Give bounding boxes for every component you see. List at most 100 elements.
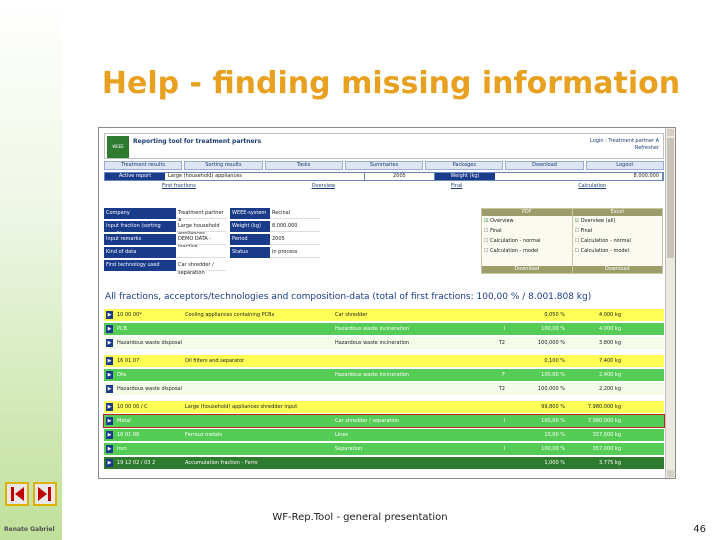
row-cell: Car shredder / separation — [335, 418, 399, 424]
info-key: Weight (kg) — [230, 221, 270, 232]
row-cell: PCB — [117, 326, 127, 332]
info-value: Large household appliances — [176, 221, 226, 237]
row-cell: 4.000 kg — [599, 326, 621, 332]
report-option-checkbox[interactable]: Overview — [482, 216, 572, 226]
row-cell: Oil filters and separator — [185, 358, 245, 364]
menu-item-download[interactable]: Download — [505, 161, 584, 170]
row-cell: 100,00 % — [541, 372, 565, 378]
row-cell: 0,100 % — [544, 358, 565, 364]
info-key: First technology used — [104, 260, 176, 271]
menu-item-packages[interactable]: Packages — [425, 161, 504, 170]
table-row[interactable]: ▶ 16 01 07 Oil filters and separator 0,100 … — [104, 355, 664, 367]
subtab-first-fractions[interactable]: First fractions — [162, 183, 196, 192]
table-row[interactable]: ▶ Hazardous waste disposal T2 100,000 % 2.20… — [104, 383, 664, 395]
expand-icon[interactable]: ▶ — [106, 357, 113, 365]
scroll-thumb[interactable] — [667, 138, 674, 258]
subtab-calculation[interactable]: Calculation — [578, 183, 606, 192]
table-row[interactable]: ▶ Iron Separation I 100,00 % 357.000 kg — [104, 443, 664, 455]
download-button[interactable]: Download — [482, 266, 572, 273]
download-card: ExcelOverview (all)FinalCalculation - no… — [572, 209, 663, 273]
subtab-overview[interactable]: Overview — [312, 183, 336, 192]
row-cell: T2 — [498, 340, 505, 346]
row-cell: 10 00 00* — [117, 312, 142, 318]
row-cell: F — [502, 372, 505, 378]
menu-item-treatment-results[interactable]: Treatment results — [104, 161, 183, 170]
row-cell: 16 01 06 — [117, 432, 140, 438]
scroll-down-icon[interactable] — [667, 470, 674, 477]
menu-item-logout[interactable]: Logout — [585, 161, 664, 170]
row-cell: 4.000 kg — [599, 312, 621, 318]
table-row[interactable]: ▶ Metal Car shredder / separation I 100,00 %… — [103, 414, 665, 428]
sub-tabs: First fractions Overview Final Calculation — [104, 183, 664, 192]
report-option-checkbox[interactable]: Final — [482, 226, 572, 236]
app-title: Reporting tool for treatment partners — [133, 138, 262, 145]
login-label: Login : Treatment partner A — [590, 138, 659, 144]
expand-icon[interactable]: ▶ — [106, 403, 113, 411]
report-option-checkbox[interactable]: Calculation - normal — [573, 236, 663, 246]
table-row[interactable]: ▶ Oils Hazardous waste incineration F 100,00… — [104, 369, 664, 381]
report-option-checkbox[interactable]: Calculation - normal — [482, 236, 572, 246]
row-cell: 7.980.000 kg — [587, 418, 621, 424]
row-cell: 0,050 % — [544, 312, 565, 318]
table-row[interactable]: ▶ 16 01 06 Ferrous metals Lines 10,00 % 357.0… — [104, 429, 664, 441]
report-option-checkbox[interactable]: Overview (all) — [573, 216, 663, 226]
card-format-label: PDF — [482, 209, 572, 216]
report-option-checkbox[interactable]: Calculation - model — [573, 246, 663, 256]
info-key: Period — [230, 234, 270, 245]
expand-icon[interactable]: ▶ — [106, 311, 113, 319]
row-cell: Separation — [335, 446, 363, 452]
row-cell: I — [503, 326, 505, 332]
report-option-checkbox[interactable]: Calculation - model — [482, 246, 572, 256]
expand-icon[interactable]: ▶ — [106, 431, 113, 439]
active-report-label: Active report — [105, 173, 165, 180]
table-row[interactable]: ▶ PCB Hazardous waste incineration I 100,00 … — [104, 323, 664, 335]
app-header: WEEE Reporting tool for treatment partne… — [104, 133, 664, 159]
row-cell: I — [503, 418, 505, 424]
row-cell: 10,00 % — [544, 432, 565, 438]
row-cell: 100,000 % — [537, 386, 565, 392]
menu-item-tasks[interactable]: Tasks — [264, 161, 343, 170]
row-cell: 100,000 % — [537, 340, 565, 346]
table-row[interactable]: ▶ 10 00 00 / C Large (household) appliance… — [104, 401, 664, 413]
slide-navigation — [5, 482, 57, 506]
active-report-bar: Active report Large (household) applianc… — [104, 172, 664, 181]
first-slide-icon[interactable] — [5, 482, 29, 506]
row-cell: Car shredder — [335, 312, 368, 318]
expand-icon[interactable]: ▶ — [106, 339, 113, 347]
row-cell: 99,800 % — [541, 404, 565, 410]
info-value: DEMO DATA - inactive — [176, 234, 226, 250]
info-value: Recinal — [270, 208, 320, 219]
table-row[interactable]: ▶ Hazardous waste disposal Hazardous waste… — [104, 337, 664, 349]
row-cell: 19 12 02 / 03 2 — [117, 460, 156, 466]
slide-title: Help - finding missing information — [101, 66, 681, 101]
table-row[interactable]: ▶ 10 00 00* Cooling appliances containing … — [104, 309, 664, 321]
row-cell: Hazardous waste disposal — [117, 386, 182, 392]
expand-icon[interactable]: ▶ — [106, 459, 113, 467]
report-weight: 8.000.000 — [495, 173, 663, 180]
vertical-scrollbar[interactable] — [665, 128, 675, 478]
row-cell: 10 00 00 / C — [117, 404, 148, 410]
last-slide-icon[interactable] — [33, 482, 57, 506]
download-button[interactable]: Download — [572, 266, 662, 273]
subtab-final[interactable]: Final — [451, 183, 463, 192]
table-row[interactable]: ▶ 19 12 02 / 03 2 Accumulation fraction - … — [104, 457, 664, 469]
menu-item-summaries[interactable]: Summaries — [344, 161, 424, 170]
logout-link[interactable]: Refresher — [590, 145, 659, 152]
row-cell: Accumulation fraction - Ferro — [185, 460, 258, 466]
expand-icon[interactable]: ▶ — [106, 325, 113, 333]
expand-icon[interactable]: ▶ — [106, 385, 113, 393]
row-cell: Hazardous waste incineration — [335, 326, 410, 332]
main-menu: Treatment results Sorting results Tasks Sum… — [104, 161, 664, 170]
fraction-list: ▶ 10 00 00* Cooling appliances containing … — [103, 309, 665, 471]
scroll-up-icon[interactable] — [667, 129, 674, 136]
card-format-label: Excel — [572, 209, 662, 216]
info-row: CompanyTreatment partner A WEEE-systemRec… — [104, 208, 344, 224]
page-number: 46 — [693, 524, 706, 535]
row-cell: 357.000 kg — [592, 446, 621, 452]
expand-icon[interactable]: ▶ — [106, 417, 113, 425]
expand-icon[interactable]: ▶ — [106, 445, 113, 453]
menu-item-sorting-results[interactable]: Sorting results — [184, 161, 263, 170]
expand-icon[interactable]: ▶ — [106, 371, 113, 379]
report-option-checkbox[interactable]: Final — [573, 226, 663, 236]
info-value: in process — [270, 247, 320, 258]
